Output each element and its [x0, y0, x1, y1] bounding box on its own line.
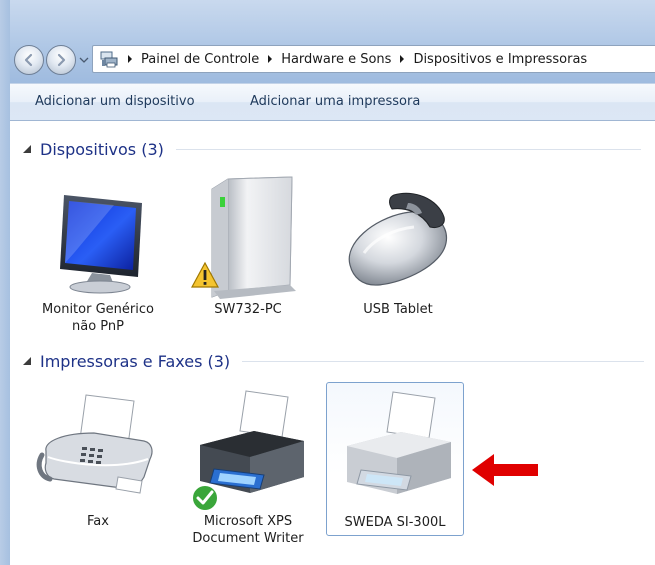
- breadcrumb-separator[interactable]: [261, 46, 279, 72]
- warning-icon: [190, 261, 220, 288]
- chevron-right-icon: [128, 55, 132, 63]
- breadcrumb-separator[interactable]: [121, 46, 139, 72]
- printer-fax[interactable]: Fax: [34, 385, 162, 535]
- chevron-right-icon: [400, 55, 405, 63]
- arrow-right-icon: [57, 53, 66, 67]
- fax-icon: [36, 394, 153, 494]
- mouse-icon: [348, 192, 448, 286]
- printer-label: Microsoft XPS Document Writer: [184, 513, 312, 547]
- device-label: SW732-PC: [184, 301, 312, 318]
- window-frame-left: [0, 0, 10, 565]
- printer-label-line1: Microsoft XPS: [203, 514, 293, 529]
- annotation-arrow-left-icon: [472, 454, 538, 486]
- printer-icon: [347, 391, 451, 494]
- devices-content-pane: Dispositivos (3) Monitor Genérico não Pn…: [10, 121, 655, 565]
- group-header-printers[interactable]: Impressoras e Faxes (3): [22, 350, 652, 372]
- group-divider: [242, 360, 645, 362]
- printer-sweda-si-300l[interactable]: SWEDA SI-300L: [326, 382, 464, 536]
- printer-label-line2: Document Writer: [192, 531, 304, 546]
- back-button[interactable]: [14, 45, 44, 75]
- group-header-devices[interactable]: Dispositivos (3): [22, 138, 652, 160]
- device-label-line1: SW732-PC: [214, 302, 282, 317]
- printer-microsoft-xps[interactable]: Microsoft XPS Document Writer: [184, 385, 312, 555]
- default-check-icon: [191, 484, 219, 512]
- add-printer-button[interactable]: Adicionar uma impressora: [250, 94, 420, 109]
- breadcrumb-control-panel[interactable]: Painel de Controle: [139, 52, 261, 67]
- command-bar: Adicionar um dispositivo Adicionar uma i…: [10, 83, 655, 121]
- collapse-triangle-icon[interactable]: [22, 144, 32, 154]
- device-label: USB Tablet: [334, 301, 462, 318]
- breadcrumb-hardware-sound[interactable]: Hardware e Sons: [279, 52, 393, 67]
- device-label-line1: USB Tablet: [363, 302, 433, 317]
- address-bar[interactable]: Painel de Controle Hardware e Sons Dispo…: [92, 45, 655, 73]
- device-label-line1: Monitor Genérico: [42, 302, 154, 317]
- device-sw732-pc[interactable]: SW732-PC: [184, 173, 312, 323]
- printer-label-line1: SWEDA SI-300L: [344, 515, 446, 530]
- arrow-left-icon: [24, 53, 33, 67]
- group-divider: [175, 148, 641, 150]
- device-monitor[interactable]: Monitor Genérico não PnP: [34, 173, 162, 343]
- printer-label: SWEDA SI-300L: [331, 514, 459, 531]
- add-device-button[interactable]: Adicionar um dispositivo: [35, 94, 195, 109]
- device-label: Monitor Genérico não PnP: [34, 301, 162, 335]
- group-title-printers: Impressoras e Faxes (3): [40, 351, 231, 371]
- breadcrumb-devices-printers[interactable]: Dispositivos e Impressoras: [411, 52, 589, 67]
- group-title-devices: Dispositivos (3): [40, 139, 164, 159]
- devices-printers-icon: [100, 51, 118, 68]
- monitor-icon: [60, 195, 142, 294]
- device-label-line2: não PnP: [72, 319, 124, 334]
- chevron-right-icon: [268, 55, 273, 63]
- device-usb-tablet[interactable]: USB Tablet: [334, 173, 462, 323]
- breadcrumb-separator[interactable]: [393, 46, 411, 72]
- forward-button[interactable]: [46, 45, 76, 75]
- collapse-triangle-icon[interactable]: [22, 356, 32, 366]
- printer-label: Fax: [34, 513, 162, 530]
- window-chrome: Painel de Controle Hardware e Sons Dispo…: [0, 0, 655, 83]
- printer-label-line1: Fax: [87, 514, 109, 529]
- recent-pages-dropdown[interactable]: [79, 55, 89, 65]
